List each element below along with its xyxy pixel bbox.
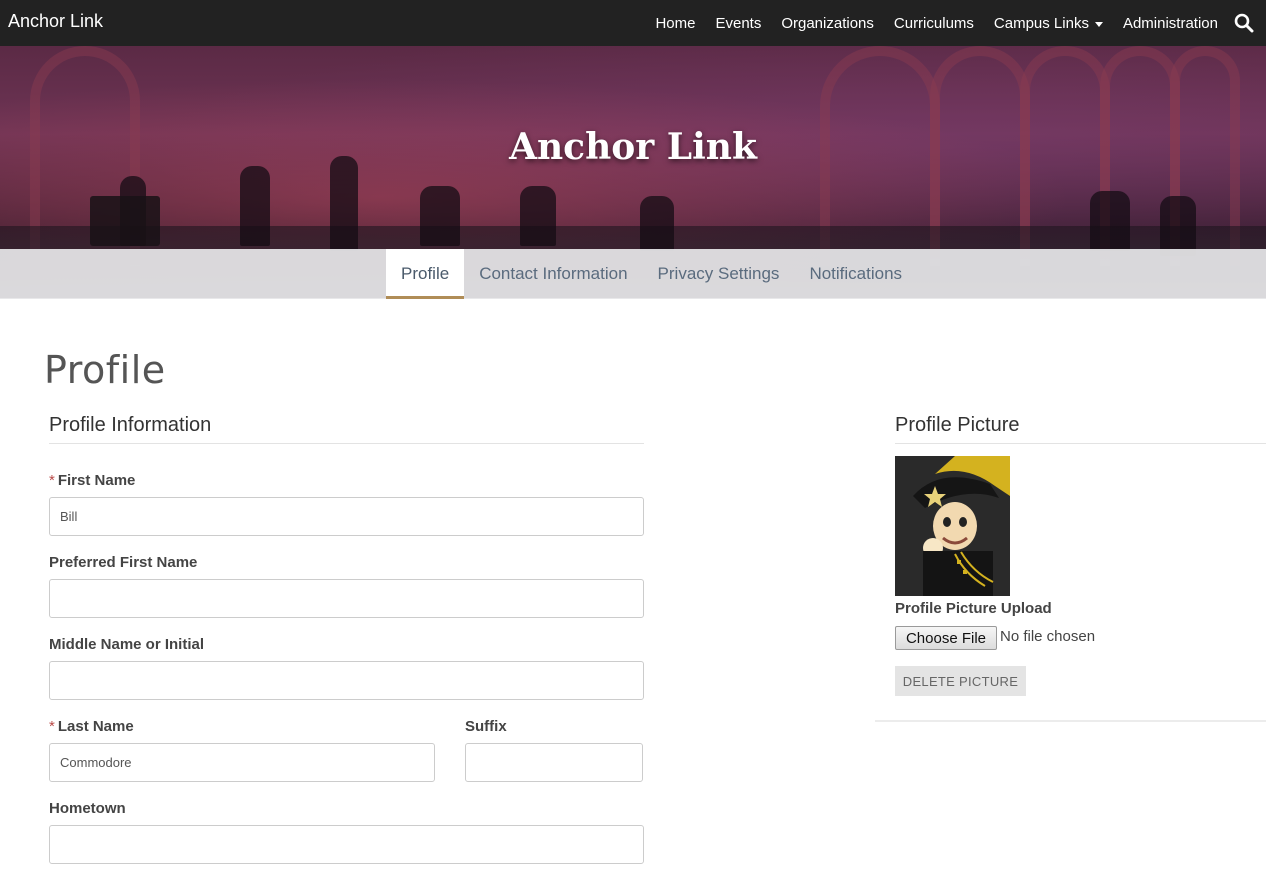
nav-campus-links-label: Campus Links bbox=[993, 14, 1089, 32]
hero-figure bbox=[330, 156, 358, 251]
hero-figure bbox=[520, 186, 556, 246]
choose-file-button[interactable]: Choose File bbox=[895, 626, 997, 650]
middle-name-input[interactable] bbox=[49, 661, 644, 700]
last-name-label-text: Last Name bbox=[57, 718, 134, 735]
profile-tabbar: Profile Contact Information Privacy Sett… bbox=[0, 249, 1266, 299]
nav-administration[interactable]: Administration bbox=[1123, 15, 1218, 32]
tab-notifications[interactable]: Notifications bbox=[794, 249, 917, 299]
divider bbox=[875, 720, 1266, 722]
profile-picture-heading: Profile Picture bbox=[895, 414, 1266, 444]
suffix-input[interactable] bbox=[465, 743, 643, 782]
hero-chalkboard bbox=[90, 196, 160, 246]
required-marker: * bbox=[49, 718, 55, 735]
nav-links: Home Events Organizations Curriculums Ca… bbox=[635, 0, 1218, 46]
suffix-label: Suffix bbox=[465, 718, 507, 735]
hero-figure bbox=[420, 186, 460, 246]
nav-home[interactable]: Home bbox=[655, 15, 695, 32]
preferred-first-name-label: Preferred First Name bbox=[49, 554, 198, 571]
tab-profile[interactable]: Profile bbox=[386, 249, 465, 299]
middle-name-label: Middle Name or Initial bbox=[49, 636, 205, 653]
hero-figure bbox=[240, 166, 270, 246]
hometown-input[interactable] bbox=[49, 825, 644, 864]
last-name-label: * Last Name bbox=[49, 718, 134, 735]
first-name-label: * First Name bbox=[49, 472, 135, 489]
tab-privacy-settings[interactable]: Privacy Settings bbox=[643, 249, 795, 299]
profile-information-heading: Profile Information bbox=[49, 414, 644, 444]
nav-curriculums[interactable]: Curriculums bbox=[894, 15, 974, 32]
delete-picture-button[interactable]: DELETE PICTURE bbox=[895, 666, 1026, 696]
required-marker: * bbox=[49, 472, 55, 489]
profile-picture-image bbox=[895, 456, 1010, 596]
search-icon[interactable] bbox=[1234, 13, 1254, 33]
hero-figure bbox=[640, 196, 674, 251]
hero-figure bbox=[1160, 196, 1196, 256]
hero-title: Anchor Link bbox=[509, 126, 757, 168]
tab-contact-information[interactable]: Contact Information bbox=[464, 249, 642, 299]
caret-down-icon bbox=[1094, 21, 1103, 27]
nav-events[interactable]: Events bbox=[715, 15, 761, 32]
last-name-input[interactable] bbox=[49, 743, 435, 782]
profile-picture-upload-label: Profile Picture Upload bbox=[895, 600, 1052, 617]
preferred-first-name-input[interactable] bbox=[49, 579, 644, 618]
hero-figure bbox=[1090, 191, 1130, 251]
brand-link[interactable]: Anchor Link bbox=[8, 11, 103, 32]
no-file-chosen-text: No file chosen bbox=[1000, 628, 1096, 645]
page-title: Profile bbox=[44, 348, 166, 392]
nav-campus-links[interactable]: Campus Links bbox=[994, 15, 1103, 32]
first-name-label-text: First Name bbox=[57, 472, 136, 489]
nav-organizations[interactable]: Organizations bbox=[781, 15, 874, 32]
mascot-illustration bbox=[895, 456, 1010, 596]
first-name-input[interactable] bbox=[49, 497, 644, 536]
profile-tabs: Profile Contact Information Privacy Sett… bbox=[386, 249, 917, 299]
top-navbar: Anchor Link Home Events Organizations Cu… bbox=[0, 0, 1266, 46]
hometown-label: Hometown bbox=[49, 800, 126, 817]
